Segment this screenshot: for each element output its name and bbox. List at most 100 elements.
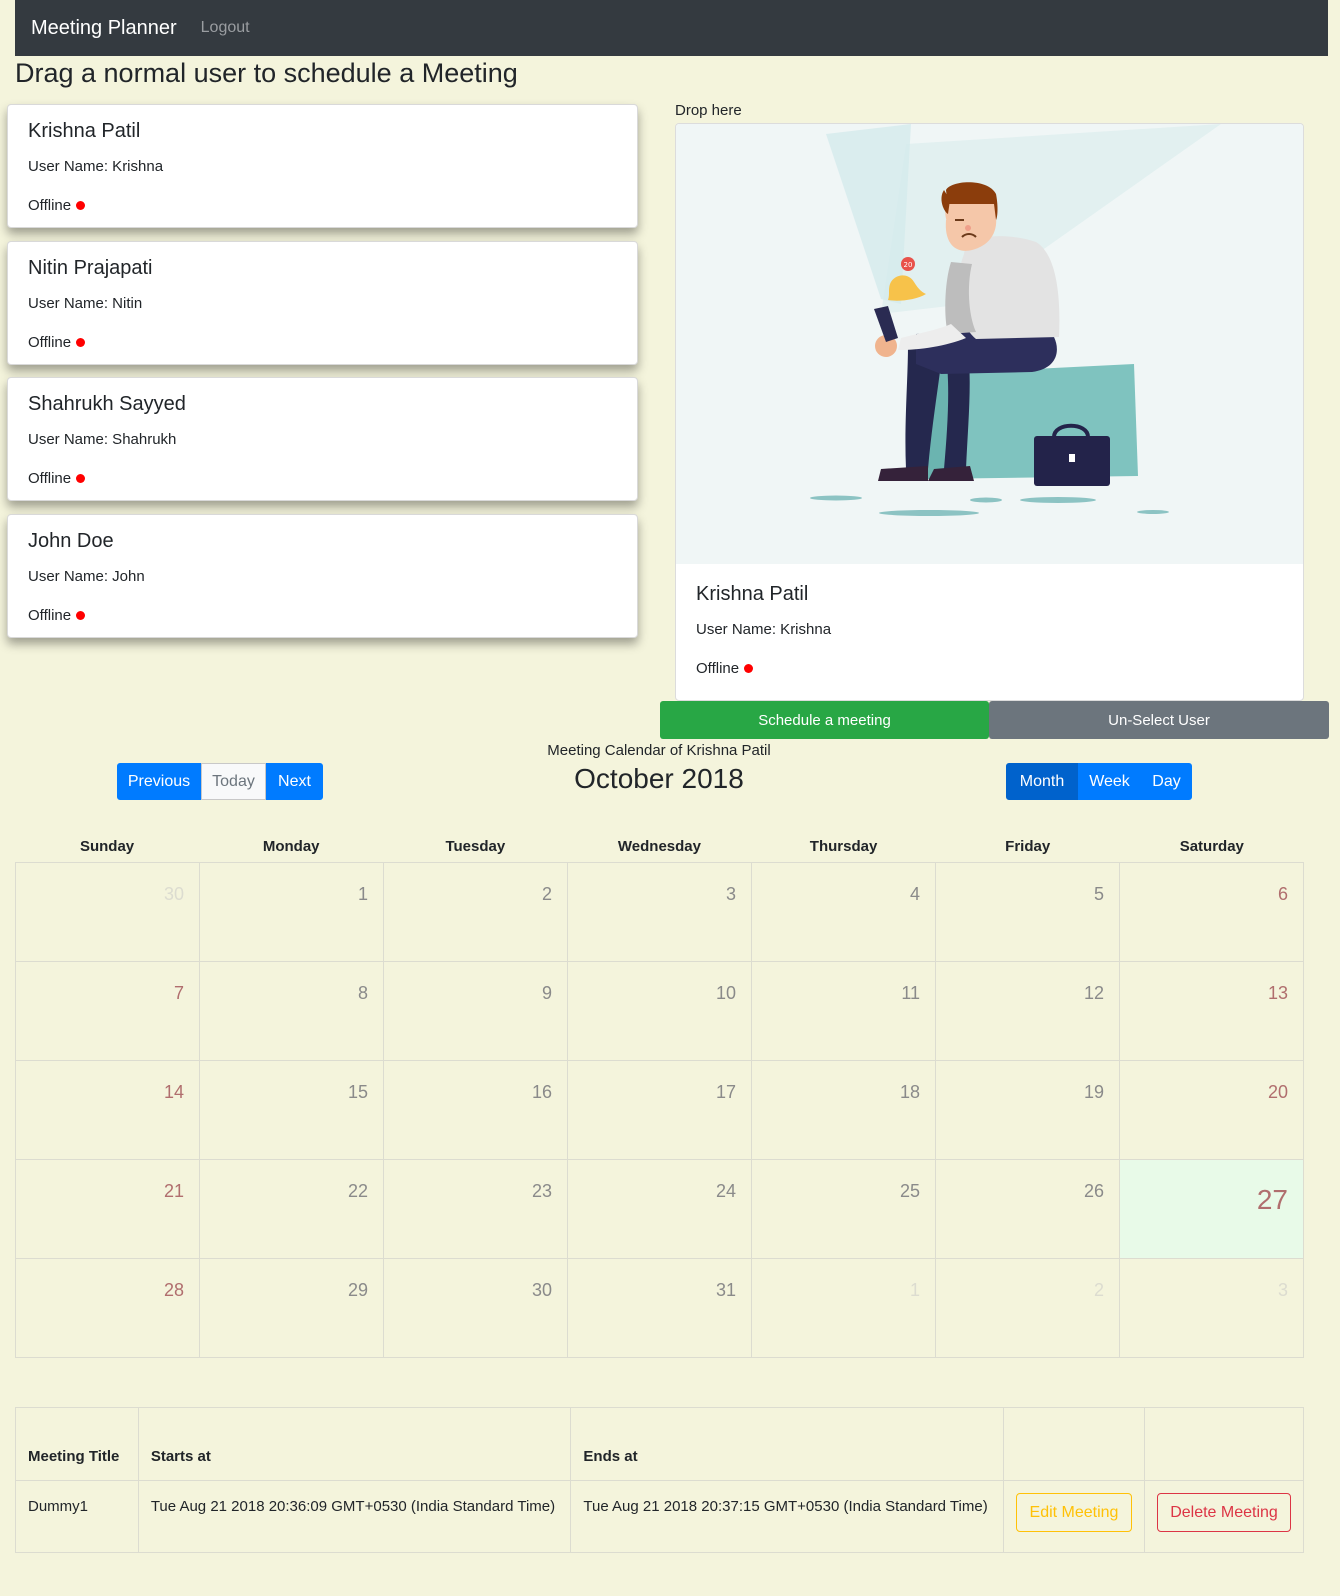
notification-badge: 20 <box>904 261 913 269</box>
user-username: User Name: Krishna <box>28 158 164 175</box>
user-card[interactable]: Shahrukh Sayyed User Name: Shahrukh Offl… <box>7 377 638 501</box>
delete-meeting-button[interactable]: Delete Meeting <box>1157 1493 1291 1532</box>
calendar-week-row: 14 15 16 17 18 19 20 <box>16 1061 1304 1160</box>
month-view-button[interactable]: Month <box>1006 763 1078 800</box>
column-header-title: Meeting Title <box>15 1407 139 1481</box>
day-number: 3 <box>1277 1280 1288 1300</box>
day-number: 1 <box>909 1280 920 1300</box>
table-header-row: Meeting Title Starts at Ends at <box>15 1407 1304 1481</box>
calendar-day[interactable]: 8 <box>200 962 384 1061</box>
calendar-day[interactable]: 11 <box>752 962 936 1061</box>
calendar-day[interactable]: 3 <box>1120 1259 1304 1358</box>
previous-button[interactable]: Previous <box>117 763 201 800</box>
logout-link[interactable]: Logout <box>201 19 250 37</box>
day-number: 18 <box>899 1082 920 1102</box>
unselect-user-button[interactable]: Un-Select User <box>989 701 1329 739</box>
schedule-meeting-button[interactable]: Schedule a meeting <box>660 701 989 739</box>
drop-label: Drop here <box>675 102 742 119</box>
calendar-day[interactable]: 6 <box>1120 863 1304 962</box>
page-title: Drag a normal user to schedule a Meeting <box>15 58 518 88</box>
offline-dot-icon <box>76 338 86 347</box>
calendar-body: 30 1 2 3 4 5 6 7 8 9 10 11 12 13 14 15 16 17 18 19 20 21 22 23 2… <box>15 862 1304 1358</box>
calendar-day-today[interactable]: 27 <box>1120 1160 1304 1259</box>
calendar-day[interactable]: 1 <box>200 863 384 962</box>
user-name: John Doe <box>28 530 114 552</box>
offline-dot-icon <box>744 664 754 673</box>
calendar-day[interactable]: 23 <box>384 1160 568 1259</box>
day-number: 30 <box>163 884 184 904</box>
day-number: 17 <box>715 1082 736 1102</box>
column-header-starts: Starts at <box>137 1407 572 1481</box>
offline-dot-icon <box>76 201 86 210</box>
user-name: Nitin Prajapati <box>28 257 153 279</box>
brand-link[interactable]: Meeting Planner <box>31 17 177 40</box>
calendar-day[interactable]: 21 <box>16 1160 200 1259</box>
calendar-day[interactable]: 4 <box>752 863 936 962</box>
day-number: 22 <box>347 1181 368 1201</box>
calendar-day[interactable]: 31 <box>568 1259 752 1358</box>
edit-meeting-button[interactable]: Edit Meeting <box>1015 1493 1132 1532</box>
calendar-day[interactable]: 2 <box>384 863 568 962</box>
table-row: Dummy1 Tue Aug 21 2018 20:36:09 GMT+0530… <box>15 1480 1304 1553</box>
user-username: User Name: Nitin <box>28 295 143 312</box>
weekday-label: Friday <box>1005 838 1051 855</box>
calendar-day[interactable]: 22 <box>200 1160 384 1259</box>
calendar-day[interactable]: 7 <box>16 962 200 1061</box>
user-username: User Name: Shahrukh <box>28 431 177 448</box>
calendar-day[interactable]: 1 <box>752 1259 936 1358</box>
day-number: 2 <box>1093 1280 1104 1300</box>
calendar-week-row: 21 22 23 24 25 26 27 <box>16 1160 1304 1259</box>
calendar-day[interactable]: 16 <box>384 1061 568 1160</box>
day-number: 6 <box>1277 884 1288 904</box>
day-view-button[interactable]: Day <box>1141 763 1192 800</box>
selected-user-username: User Name: Krishna <box>696 621 832 638</box>
calendar-day[interactable]: 30 <box>384 1259 568 1358</box>
calendar-day[interactable]: 17 <box>568 1061 752 1160</box>
calendar-day[interactable]: 12 <box>936 962 1120 1061</box>
user-card[interactable]: Nitin Prajapati User Name: Nitin Offline <box>7 241 638 365</box>
calendar-day[interactable]: 19 <box>936 1061 1120 1160</box>
calendar-day[interactable]: 29 <box>200 1259 384 1358</box>
status-text: Offline <box>28 607 72 624</box>
day-number: 27 <box>1256 1184 1288 1215</box>
day-number: 25 <box>899 1181 920 1201</box>
user-card[interactable]: Krishna Patil User Name: Krishna Offline <box>7 104 638 228</box>
next-button[interactable]: Next <box>266 763 323 800</box>
today-button[interactable]: Today <box>201 763 266 800</box>
day-number: 13 <box>1267 983 1288 1003</box>
calendar-week-row: 28 29 30 31 1 2 3 <box>16 1259 1304 1358</box>
weekday-label: Saturday <box>1179 838 1244 855</box>
month-calendar: Sunday Monday Tuesday Wednesday Thursday Frid… <box>15 832 1304 1358</box>
weekday-label: Monday <box>262 838 320 855</box>
calendar-day[interactable]: 26 <box>936 1160 1120 1259</box>
calendar-day[interactable]: 5 <box>936 863 1120 962</box>
waiting-person-illustration: 20 <box>676 124 1303 564</box>
calendar-day[interactable]: 14 <box>16 1061 200 1160</box>
status-text: Offline <box>28 470 72 487</box>
week-view-button[interactable]: Week <box>1078 763 1141 800</box>
user-card[interactable]: John Doe User Name: John Offline <box>7 514 638 638</box>
user-status: Offline <box>28 470 86 487</box>
calendar-day[interactable]: 30 <box>16 863 200 962</box>
day-number: 29 <box>347 1280 368 1300</box>
weekday-label: Wednesday <box>617 838 701 855</box>
calendar-day[interactable]: 15 <box>200 1061 384 1160</box>
day-number: 21 <box>163 1181 184 1201</box>
day-number: 4 <box>909 884 920 904</box>
calendar-day[interactable]: 10 <box>568 962 752 1061</box>
calendar-day[interactable]: 28 <box>16 1259 200 1358</box>
calendar-day[interactable]: 25 <box>752 1160 936 1259</box>
calendar-day[interactable]: 24 <box>568 1160 752 1259</box>
calendar-day[interactable]: 3 <box>568 863 752 962</box>
drop-zone[interactable]: 20 Krishna Patil User Name: Krishna Offl… <box>675 123 1304 701</box>
calendar-day[interactable]: 20 <box>1120 1061 1304 1160</box>
offline-dot-icon <box>76 611 86 620</box>
status-text: Offline <box>696 660 740 677</box>
calendar-day[interactable]: 18 <box>752 1061 936 1160</box>
meeting-title: Dummy1 <box>15 1480 139 1553</box>
calendar-day[interactable]: 2 <box>936 1259 1120 1358</box>
calendar-week-row: 30 1 2 3 4 5 6 <box>16 863 1304 962</box>
day-number: 8 <box>357 983 368 1003</box>
calendar-day[interactable]: 9 <box>384 962 568 1061</box>
calendar-day[interactable]: 13 <box>1120 962 1304 1061</box>
